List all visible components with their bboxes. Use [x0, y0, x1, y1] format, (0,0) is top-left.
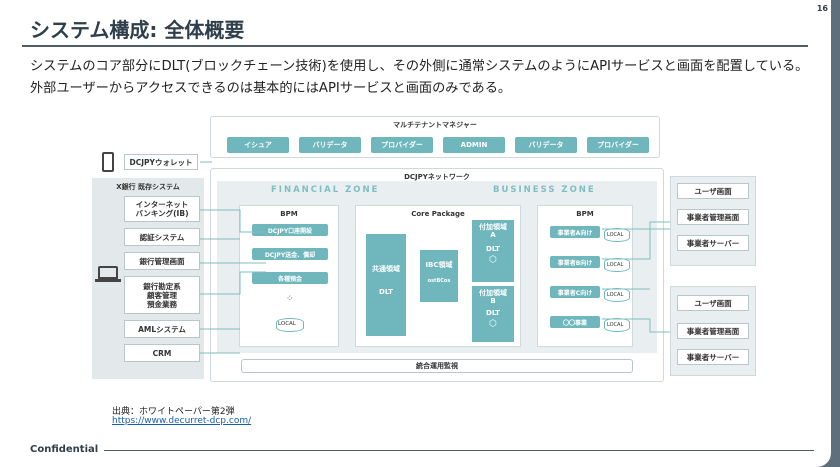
line-ib — [200, 209, 266, 233]
footer-divider — [104, 450, 814, 451]
lead-text: システムのコア部分にDLT(ブロックチェーン技術)を使用し、その外側に通常システ… — [30, 59, 809, 96]
line-biz-d — [602, 318, 670, 333]
source-link[interactable]: https://www.decurret-dcp.com/ — [112, 416, 251, 426]
slide: 16 システム構成: 全体概要 システムのコア部分にDLT(ブロックチェーン技術… — [0, 0, 831, 467]
line-biz-a — [602, 221, 670, 230]
line-core — [200, 271, 266, 295]
confidential-label: Confidential — [30, 444, 99, 455]
line-biz-b — [602, 228, 670, 260]
page-title: システム構成: 全体概要 — [30, 18, 245, 42]
title-divider — [22, 45, 808, 47]
architecture-diagram: マルチテナントマネジャー イシュア バリデータ プロバイダー ADMIN バリデ… — [90, 112, 780, 387]
page-number: 16 — [816, 4, 828, 13]
connector-lines — [200, 161, 670, 354]
